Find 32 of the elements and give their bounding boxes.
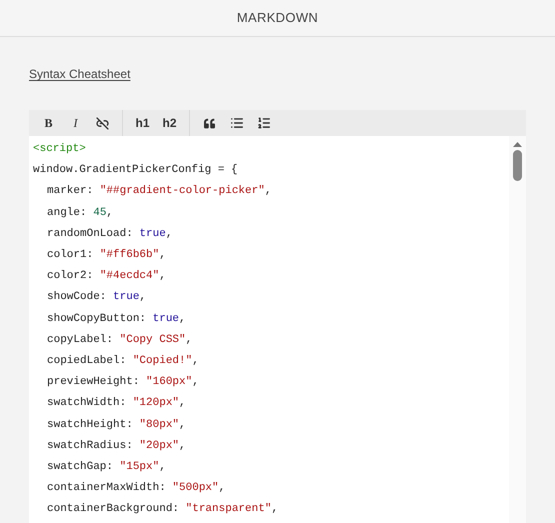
- code-line: randomOnLoad: true,: [46, 226, 172, 242]
- format-button[interactable]: h2: [158, 112, 181, 134]
- code-line: swatchRadius: "20px",: [46, 438, 186, 454]
- code-line: copiedLabel: "Copied!",: [46, 354, 199, 370]
- code-line: previewHeight: "160px",: [46, 375, 199, 390]
- format-button[interactable]: I: [64, 112, 87, 134]
- scroll-up-icon[interactable]: [513, 142, 522, 147]
- code-line: color1: "#ff6b6b",: [46, 248, 166, 264]
- code-editor[interactable]: [29, 136, 526, 523]
- format-button[interactable]: B: [37, 112, 60, 134]
- code-line: containerMaxWidth: "500px",: [46, 481, 226, 496]
- bulleted-list-icon: [230, 116, 244, 130]
- scrollbar-thumb[interactable]: [513, 150, 522, 181]
- scrollbar-track[interactable]: [509, 136, 526, 523]
- code-line: swatchWidth: "120px",: [46, 396, 186, 412]
- code-line: marker: "##gradient-color-picker",: [46, 184, 272, 200]
- code-line: swatchHeight: "80px",: [46, 418, 186, 433]
- code-line: showCode: true,: [46, 290, 146, 306]
- code-line: window.GradientPickerConfig = {: [33, 163, 238, 178]
- syntax-cheatsheet-link[interactable]: Syntax Cheatsheet: [29, 67, 130, 81]
- format-button[interactable]: h1: [131, 112, 154, 134]
- panel-title: MARKDOWN: [236, 9, 318, 28]
- code-line: angle: 45,: [46, 206, 114, 221]
- unlink-icon: [96, 116, 109, 130]
- numbered-list-icon: [256, 116, 270, 130]
- code-line: showCopyButton: true,: [46, 312, 186, 327]
- code-line: containerBackground: "transparent",: [46, 502, 278, 518]
- code-line: swatchGap: "15px",: [46, 460, 166, 476]
- code-line: <script>: [33, 142, 86, 157]
- code-line: color2: "#4ecdc4",: [46, 269, 166, 284]
- quote-icon: [204, 118, 215, 128]
- code-line: copyLabel: "Copy CSS",: [46, 332, 192, 348]
